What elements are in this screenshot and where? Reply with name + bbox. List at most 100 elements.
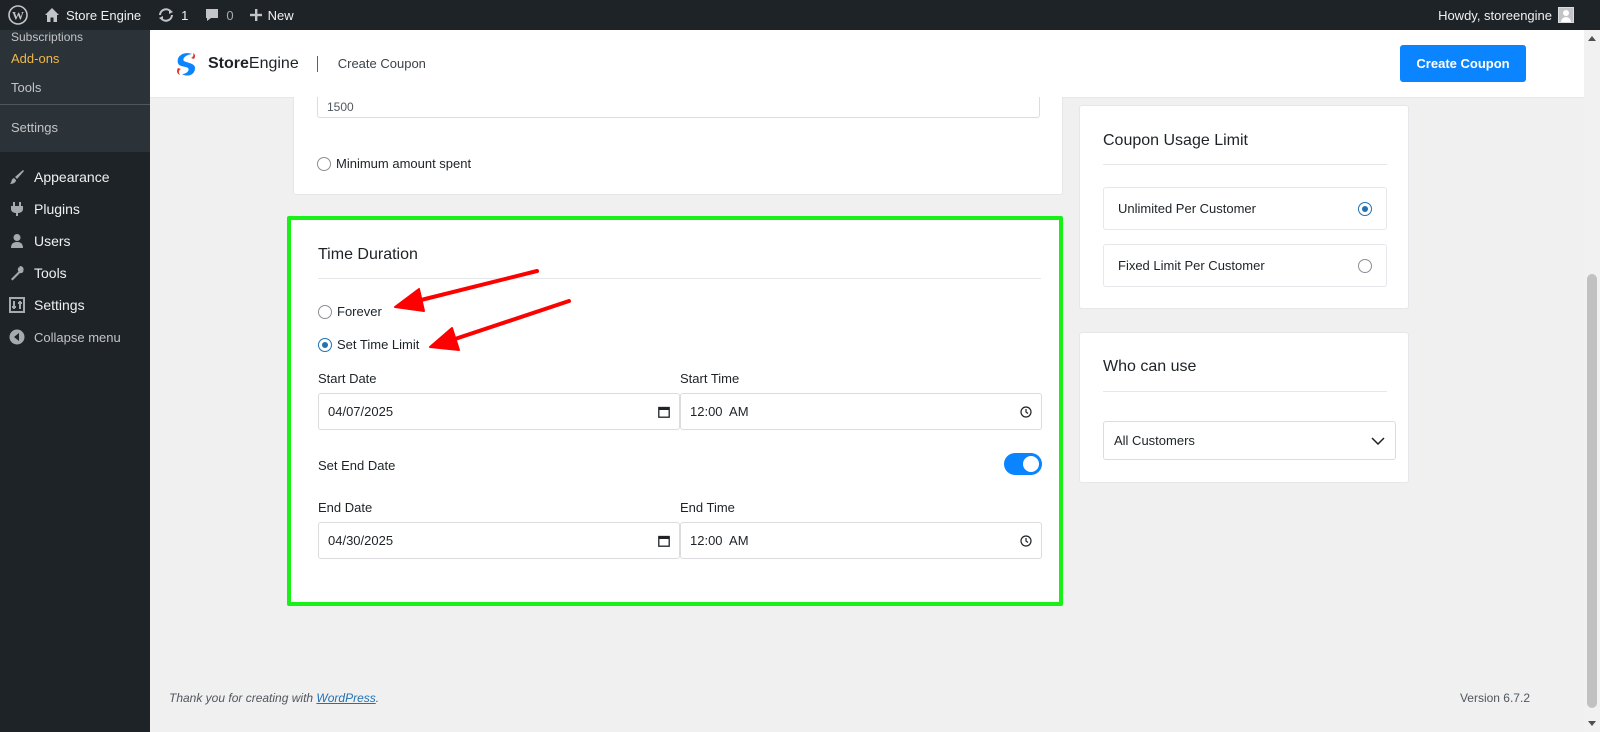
sidebar-label-appearance: Appearance xyxy=(34,169,110,185)
minimum-requirements-card: 1500 Minimum amount spent xyxy=(293,97,1063,195)
fixed-limit-per-customer-label: Fixed Limit Per Customer xyxy=(1118,258,1265,273)
minimum-amount-radio[interactable] xyxy=(317,156,331,171)
updates-link[interactable]: 1 xyxy=(149,0,196,30)
set-end-date-label: Set End Date xyxy=(318,458,396,473)
footer-version: Version 6.7.2 xyxy=(1459,691,1530,705)
clock-icon[interactable] xyxy=(1020,405,1032,418)
unlimited-per-customer-radio[interactable] xyxy=(1358,201,1372,216)
updates-icon xyxy=(157,7,175,23)
comments-link[interactable]: 0 xyxy=(196,0,241,30)
user-icon xyxy=(9,233,25,249)
who-can-use-select[interactable]: All Customers xyxy=(1103,421,1396,460)
minimum-amount-option[interactable]: Minimum amount spent xyxy=(317,156,471,171)
who-can-use-card: Who can use All Customers xyxy=(1079,332,1409,483)
set-time-limit-radio[interactable] xyxy=(318,337,332,352)
sidebar-item-plugins[interactable]: Plugins xyxy=(0,193,150,225)
start-time-value: 12:00 AM xyxy=(690,404,749,419)
submenu: Subscriptions Add-ons Tools Settings xyxy=(0,30,150,152)
usage-limit-title: Coupon Usage Limit xyxy=(1103,132,1248,149)
submenu-item-subscriptions[interactable]: Subscriptions xyxy=(0,30,150,44)
end-date-label: End Date xyxy=(318,500,373,515)
unlimited-per-customer-option[interactable]: Unlimited Per Customer xyxy=(1103,187,1387,230)
scroll-up-icon[interactable] xyxy=(1588,36,1596,41)
header-divider xyxy=(316,55,318,72)
submenu-item-add-ons[interactable]: Add-ons xyxy=(0,44,150,73)
settings-sliders-icon xyxy=(9,297,25,313)
brand-bold: Store xyxy=(208,54,249,72)
usage-limit-divider xyxy=(1103,164,1387,165)
start-time-input[interactable]: 12:00 AM xyxy=(680,393,1042,430)
who-can-use-value: All Customers xyxy=(1114,433,1195,448)
sidebar-item-tools[interactable]: Tools xyxy=(0,257,150,289)
minimum-amount-input[interactable]: 1500 xyxy=(317,97,1040,118)
wordpress-logo-button[interactable]: W xyxy=(0,0,36,30)
who-can-use-divider xyxy=(1103,391,1387,392)
end-date-input[interactable]: 04/30/2025 xyxy=(318,522,680,559)
set-end-date-toggle[interactable] xyxy=(1004,453,1042,475)
plus-icon xyxy=(249,9,262,21)
scroll-down-icon[interactable] xyxy=(1588,721,1596,726)
fixed-limit-per-customer-radio[interactable] xyxy=(1358,258,1372,273)
updates-count: 1 xyxy=(181,7,189,23)
fixed-limit-per-customer-option[interactable]: Fixed Limit Per Customer xyxy=(1103,244,1387,287)
sidebar-item-users[interactable]: Users xyxy=(0,225,150,257)
set-time-limit-option[interactable]: Set Time Limit xyxy=(318,337,419,352)
main-content: StoreEngine Create Coupon Create Coupon … xyxy=(150,30,1584,732)
new-label: New xyxy=(267,7,294,23)
sidebar-label-users: Users xyxy=(34,233,71,249)
create-coupon-button[interactable]: Create Coupon xyxy=(1400,45,1526,82)
comment-icon xyxy=(204,7,220,23)
sidebar-item-appearance[interactable]: Appearance xyxy=(0,161,150,193)
scrollbar-thumb[interactable] xyxy=(1587,274,1597,708)
paintbrush-icon xyxy=(9,169,25,185)
clock-icon[interactable] xyxy=(1020,534,1032,547)
sidebar-item-settings[interactable]: Settings xyxy=(0,289,150,321)
calendar-icon[interactable] xyxy=(658,406,670,418)
new-content-link[interactable]: New xyxy=(242,0,302,30)
plugin-icon xyxy=(9,201,25,217)
footer-thanks: Thank you for creating with WordPress. xyxy=(169,691,379,705)
home-icon xyxy=(44,7,60,23)
storeengine-logo-icon xyxy=(172,50,200,78)
unlimited-per-customer-label: Unlimited Per Customer xyxy=(1118,201,1256,216)
storeengine-logo[interactable]: StoreEngine xyxy=(172,50,299,78)
admin-bar: W Store Engine 1 0 New Howdy, storeengin… xyxy=(0,0,1600,30)
time-duration-card: Time Duration Forever Set Time Limit Sta… xyxy=(287,216,1063,606)
storeengine-header: StoreEngine Create Coupon Create Coupon xyxy=(150,30,1584,98)
site-name: Store Engine xyxy=(66,7,142,23)
my-account-link[interactable]: Howdy, storeengine xyxy=(1430,0,1600,30)
sidebar-label-tools: Tools xyxy=(34,265,67,281)
end-time-value: 12:00 AM xyxy=(690,533,749,548)
page-scrollbar[interactable] xyxy=(1584,30,1600,732)
svg-text:W: W xyxy=(12,9,24,23)
wordpress-icon: W xyxy=(8,5,28,25)
time-duration-title: Time Duration xyxy=(318,246,418,263)
submenu-item-tools[interactable]: Tools xyxy=(0,73,150,102)
comments-count: 0 xyxy=(226,7,234,23)
storeengine-brand: StoreEngine xyxy=(208,55,299,73)
page-title: Create Coupon xyxy=(337,56,426,71)
start-date-value: 04/07/2025 xyxy=(328,404,394,419)
admin-sidebar: Subscriptions Add-ons Tools Settings App… xyxy=(0,30,150,732)
start-date-input[interactable]: 04/07/2025 xyxy=(318,393,680,430)
brand-rest: Engine xyxy=(248,54,299,72)
set-time-limit-label: Set Time Limit xyxy=(337,337,420,352)
chevron-down-icon xyxy=(1371,436,1385,445)
avatar xyxy=(1558,7,1574,23)
forever-option[interactable]: Forever xyxy=(318,304,382,319)
site-name-link[interactable]: Store Engine xyxy=(36,0,149,30)
end-time-input[interactable]: 12:00 AM xyxy=(680,522,1042,559)
who-can-use-title: Who can use xyxy=(1103,358,1197,375)
howdy-text: Howdy, storeengine xyxy=(1438,7,1552,23)
minimum-amount-label: Minimum amount spent xyxy=(336,156,472,171)
submenu-item-settings[interactable]: Settings xyxy=(0,107,150,148)
start-date-label: Start Date xyxy=(318,371,377,386)
end-date-value: 04/30/2025 xyxy=(328,533,394,548)
forever-label: Forever xyxy=(337,304,382,319)
calendar-icon[interactable] xyxy=(658,535,670,547)
forever-radio[interactable] xyxy=(318,304,332,319)
wordpress-link[interactable]: WordPress xyxy=(316,691,375,705)
submenu-divider xyxy=(0,104,150,105)
collapse-menu-button[interactable]: Collapse menu xyxy=(0,321,150,353)
collapse-menu-label: Collapse menu xyxy=(34,329,121,345)
